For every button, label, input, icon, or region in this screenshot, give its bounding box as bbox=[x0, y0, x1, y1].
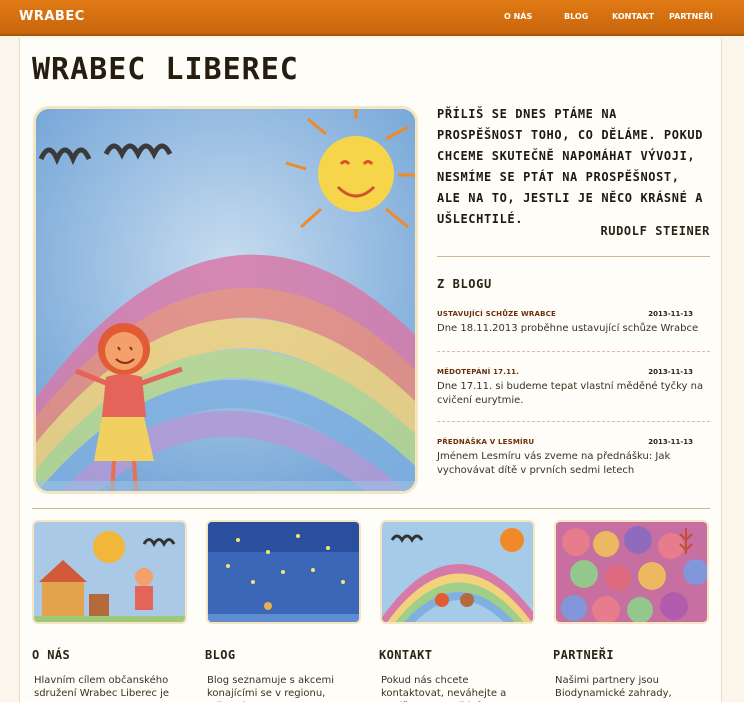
drawing-house-sun bbox=[34, 522, 185, 622]
thumbnail-kontakt[interactable] bbox=[380, 520, 535, 624]
blog-post-title-link[interactable]: PŘEDNÁŠKA V LESMÍRU bbox=[437, 438, 534, 446]
nav-link-kontakt[interactable]: KONTAKT bbox=[612, 12, 654, 21]
section-text-kontakt: Pokud nás chcete kontaktovat, neváhejte … bbox=[381, 675, 507, 702]
section-heading-kontakt: KONTAKT bbox=[379, 648, 433, 662]
thumbnail-blog[interactable] bbox=[206, 520, 361, 624]
section-heading-blog: BLOG bbox=[205, 648, 236, 662]
quote-author: RUDOLF STEINER bbox=[600, 224, 710, 238]
drawing-color-circles bbox=[556, 522, 707, 622]
rainbow-drawing bbox=[36, 109, 415, 491]
divider bbox=[437, 256, 710, 257]
nav-link-blog[interactable]: BLOG bbox=[564, 12, 588, 21]
section-text-partneri: Našimi partnery jsou Biodynamické zahrad… bbox=[555, 675, 672, 699]
nav-link-o-nas[interactable]: O NÁS bbox=[504, 12, 532, 21]
blog-section-heading: Z BLOGU bbox=[437, 277, 492, 291]
brand-logo-text[interactable]: WRABEC bbox=[19, 9, 85, 24]
blog-post-date: 2013-11-13 bbox=[648, 368, 693, 376]
post-separator bbox=[437, 421, 710, 422]
top-navigation-bar: WRABEC O NÁS BLOG KONTAKT PARTNEŘI bbox=[0, 0, 744, 36]
drawing-rainbow-animals bbox=[382, 522, 533, 622]
hero-painting-image bbox=[33, 106, 418, 494]
section-heading-partneri: PARTNEŘI bbox=[553, 648, 614, 662]
section-heading-o-nas: O NÁS bbox=[32, 648, 71, 662]
blog-post-excerpt: Jménem Lesmíru vás zveme na přednášku: J… bbox=[437, 451, 671, 476]
blog-post-title-link[interactable]: MĚDOTEPÁNÍ 17.11. bbox=[437, 368, 519, 376]
section-text-o-nas: Hlavním cílem občanského sdružení Wrabec… bbox=[34, 675, 170, 699]
page-title: WRABEC LIBEREC bbox=[32, 52, 299, 87]
thumbnail-o-nas[interactable] bbox=[32, 520, 187, 624]
section-text-blog: Blog seznamuje s akcemi konajícími se v … bbox=[207, 675, 335, 702]
section-divider bbox=[32, 508, 710, 509]
thumbnail-partneri[interactable] bbox=[554, 520, 709, 624]
steiner-quote: PŘÍLIŠ SE DNES PTÁME NA PROSPĚŠNOST TOHO… bbox=[437, 107, 704, 226]
blog-post-date: 2013-11-13 bbox=[648, 438, 693, 446]
blog-post-date: 2013-11-13 bbox=[648, 310, 693, 318]
nav-link-partneri[interactable]: PARTNEŘI bbox=[669, 12, 713, 21]
blog-post-excerpt: Dne 18.11.2013 proběhne ustavující schůz… bbox=[437, 323, 699, 334]
blog-post-title-link[interactable]: USTAVUJÍCÍ SCHŮZE WRABCE bbox=[437, 310, 556, 318]
post-separator bbox=[437, 351, 710, 352]
drawing-night-sky bbox=[208, 522, 359, 622]
blog-post-excerpt: Dne 17.11. si budeme tepat vlastní měděn… bbox=[437, 381, 704, 406]
